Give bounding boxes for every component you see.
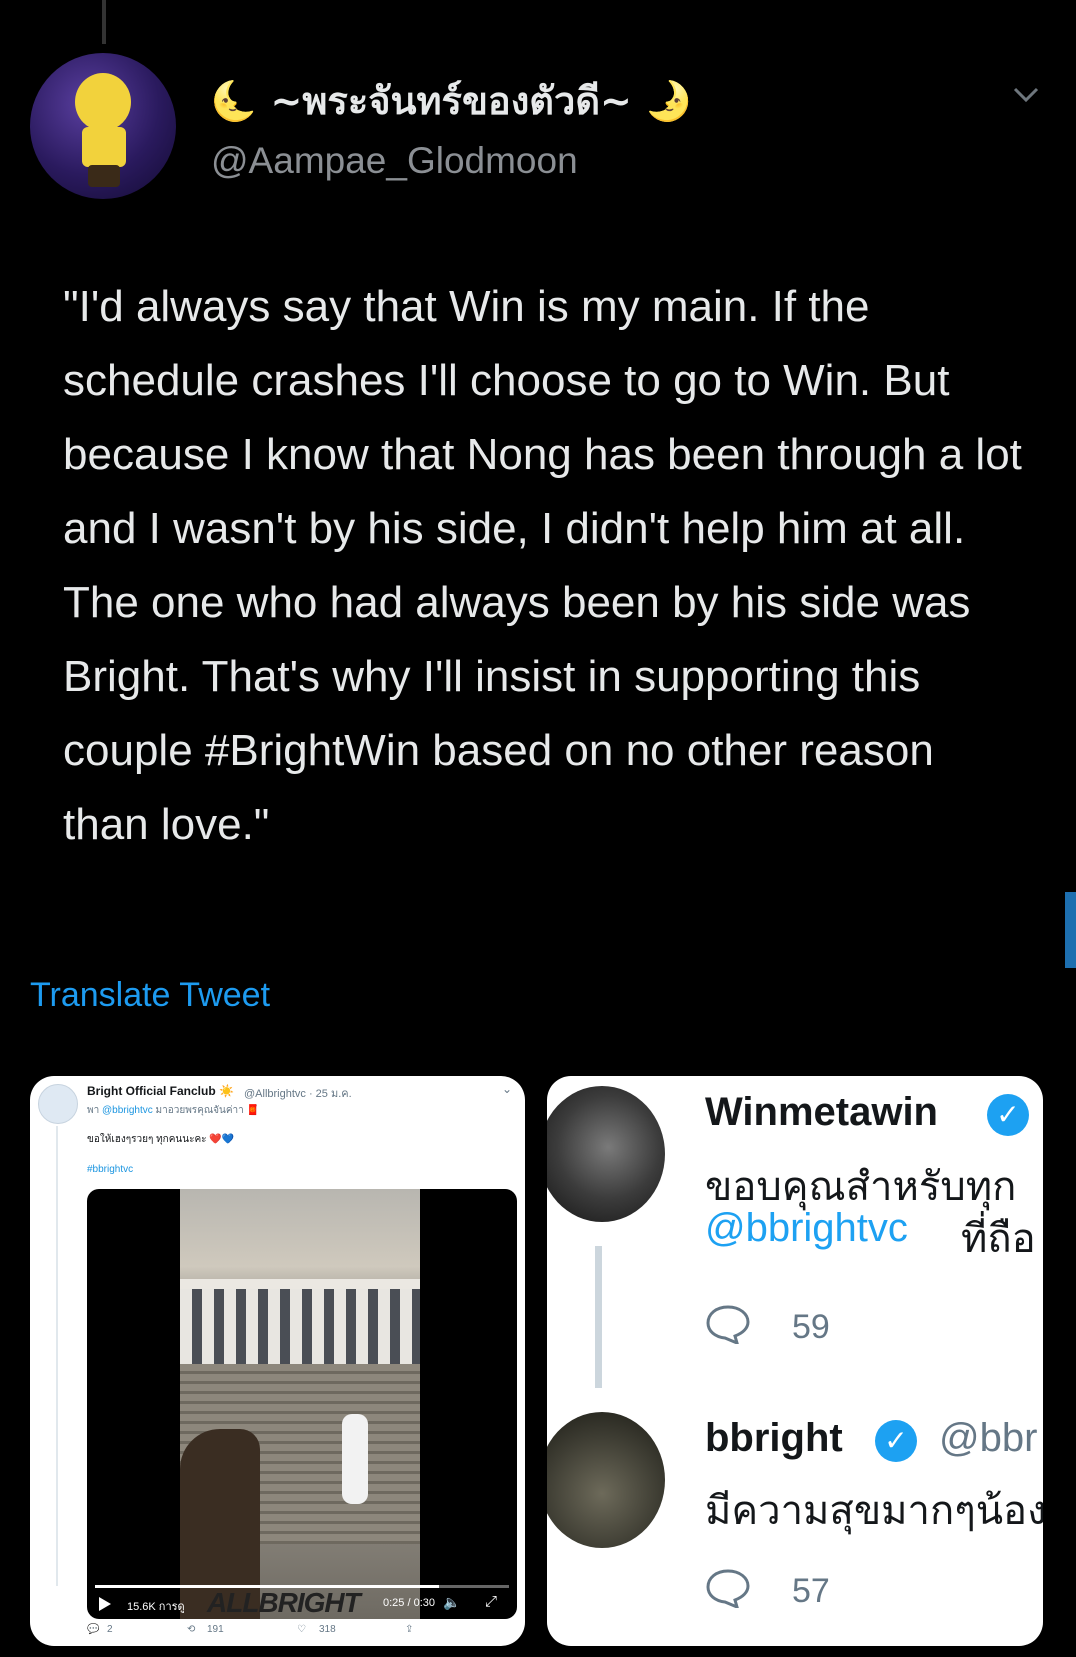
embedded-like-icon: ♡ [297, 1624, 306, 1635]
embedded-video: ALLBRIGHT 15.6K การดู 0:25 / 0:30 🔈 ⤢ [87, 1189, 517, 1619]
video-views: 15.6K การดู [127, 1601, 185, 1613]
media-image-right[interactable]: Winmetawin ✓ ขอบคุณสำหรับทุก @bbrightvc … [547, 1076, 1043, 1646]
embedded-avatar [38, 1084, 78, 1124]
video-building [180, 1279, 420, 1374]
avatar-character-legs [88, 165, 120, 187]
embedded-thread-line [56, 1126, 58, 1586]
embedded-reply-count: 2 [107, 1624, 113, 1635]
translate-tweet-link[interactable]: Translate Tweet [30, 976, 270, 1015]
embedded-hashtag: #bbrightvc [87, 1164, 134, 1175]
tweet-text: "I'd always say that Win is my main. If … [63, 282, 1022, 849]
embedded-action-bar: 💬 2 ⟲ 191 ♡ 318 ⇪ [87, 1624, 507, 1644]
reply-icon [706, 1305, 750, 1344]
user-handle[interactable]: @Aampae_Glodmoon [211, 140, 578, 182]
chevron-down-icon[interactable] [1012, 80, 1040, 108]
thread-connector-line [102, 0, 106, 44]
scrollbar[interactable] [1065, 892, 1076, 968]
fullscreen-icon: ⤢ [485, 1593, 498, 1610]
thread-line [595, 1246, 602, 1388]
play-icon [99, 1597, 111, 1611]
embedded-share-icon: ⇪ [405, 1624, 414, 1635]
embedded-reply-prefix: พา [87, 1105, 100, 1116]
media-image-left[interactable]: Bright Official Fanclub ☀️ @Allbrightvc … [30, 1076, 525, 1646]
reply-icon [706, 1569, 750, 1608]
verified-badge-icon: ✓ [875, 1420, 917, 1462]
embedded-reply-line: พา @bbrightvc มาอวยพรคุณจันค่าา 🧧 [87, 1103, 259, 1118]
embedded-like-count: 318 [319, 1624, 336, 1635]
video-walking-person [342, 1414, 368, 1504]
embedded-chevron-down-icon: ⌄ [502, 1082, 513, 1096]
avatar-character-head [75, 73, 131, 131]
bbright-text: มีความสุขมากๆน้อง [705, 1488, 1043, 1534]
display-name[interactable]: 🌜 ~พระจันทร์ของตัวดี~ 🌛 [210, 70, 692, 131]
video-progress-fill [95, 1585, 439, 1588]
embedded-display-name: Bright Official Fanclub ☀️ [87, 1084, 234, 1098]
embedded-retweet-count: 191 [207, 1624, 224, 1635]
winmetawin-mention-tail: ที่ถือ [961, 1216, 1036, 1262]
avatar-character-body [82, 127, 126, 167]
volume-icon: 🔈 [443, 1594, 461, 1610]
video-time: 0:25 / 0:30 [383, 1597, 435, 1609]
winmetawin-name: Winmetawin [705, 1090, 938, 1134]
winmetawin-mention: @bbrightvc [705, 1206, 908, 1250]
avatar[interactable] [30, 53, 176, 199]
embedded-handle: @Allbrightvc · 25 ม.ค. [244, 1088, 352, 1100]
bbright-avatar [547, 1412, 665, 1548]
winmetawin-avatar [547, 1086, 665, 1222]
embedded-retweet-icon: ⟲ [187, 1624, 196, 1635]
embedded-reply-suffix: มาอวยพรคุณจันค่าา 🧧 [155, 1105, 259, 1116]
embedded-mention: @bbrightvc [102, 1105, 153, 1116]
winmetawin-reply-count: 59 [792, 1308, 830, 1346]
verified-badge-icon: ✓ [987, 1094, 1029, 1136]
video-progress-bar [95, 1585, 509, 1588]
embedded-tweet-text: ขอให้เฮงๆรวยๆ ทุกคนนะคะ ❤️💙 [87, 1134, 235, 1145]
bbright-handle: @bbr [939, 1416, 1038, 1460]
embedded-reply-icon: 💬 [87, 1624, 100, 1635]
video-controls: 15.6K การดู 0:25 / 0:30 🔈 ⤢ [87, 1585, 517, 1619]
bbright-name: bbright [705, 1416, 843, 1460]
bbright-reply-count: 57 [792, 1572, 830, 1610]
